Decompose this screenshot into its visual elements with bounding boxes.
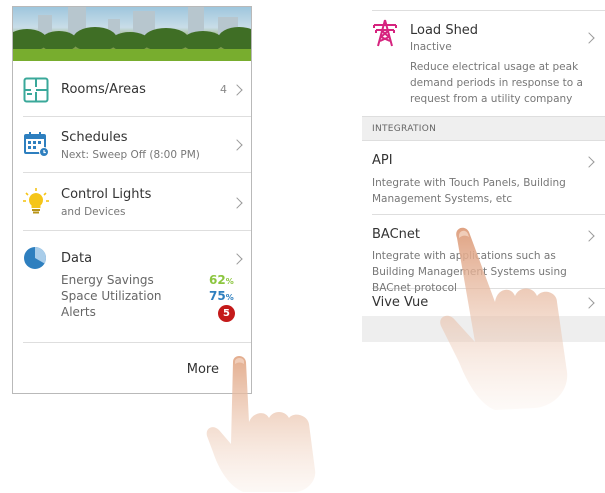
load-shed-row[interactable]: Load Shed Inactive Reduce electrical usa…	[372, 10, 605, 106]
mobile-app-home-screen: Rooms/Areas 4 Schedules Next: Sweep Off …	[12, 6, 252, 394]
rooms-areas-label: Rooms/Areas	[61, 82, 146, 97]
api-description: Integrate with Touch Panels, Building Ma…	[372, 177, 566, 205]
api-title: API	[372, 153, 393, 168]
data-row[interactable]: Data Energy Savings 62% Space Utilizatio…	[23, 231, 251, 343]
data-label: Data	[61, 251, 93, 266]
vive-vue-title: Vive Vue	[372, 295, 429, 310]
chevron-right-icon	[583, 230, 595, 242]
api-row[interactable]: API Integrate with Touch Panels, Buildin…	[372, 141, 605, 215]
next-schedule-text: Next: Sweep Off (8:00 PM)	[61, 149, 200, 161]
integration-section-header: INTEGRATION	[362, 116, 605, 141]
calendar-icon	[23, 131, 49, 157]
pointing-hand-left	[206, 356, 316, 492]
load-shed-description: Reduce electrical usage at peak demand p…	[410, 61, 583, 105]
transmission-tower-icon	[372, 19, 398, 47]
chevron-right-icon	[231, 139, 243, 151]
pie-chart-icon	[23, 245, 49, 271]
chevron-right-icon	[583, 32, 595, 44]
alerts-label: Alerts	[61, 305, 96, 319]
control-lights-label: Control Lights	[61, 187, 152, 202]
pointing-hand-right	[440, 227, 568, 410]
energy-savings-label: Energy Savings	[61, 273, 154, 287]
control-lights-row[interactable]: Control Lights and Devices	[23, 173, 251, 231]
floorplan-icon	[23, 77, 49, 103]
chevron-right-icon	[583, 297, 595, 309]
bacnet-title: BACnet	[372, 227, 420, 242]
schedules-label: Schedules	[61, 130, 128, 145]
schedules-row[interactable]: Schedules Next: Sweep Off (8:00 PM)	[23, 117, 251, 173]
campus-hero-image	[13, 7, 251, 61]
space-utilization-label: Space Utilization	[61, 289, 162, 303]
lightbulb-icon	[23, 188, 49, 214]
rooms-areas-row[interactable]: Rooms/Areas 4	[23, 63, 251, 117]
energy-savings-value: 62%	[209, 273, 234, 287]
rooms-count: 4	[220, 83, 227, 96]
load-shed-status: Inactive	[410, 41, 452, 53]
chevron-right-icon	[583, 156, 595, 168]
space-utilization-value: 75%	[209, 289, 234, 303]
load-shed-title: Load Shed	[410, 23, 479, 38]
chevron-right-icon	[231, 253, 243, 265]
chevron-right-icon	[231, 84, 243, 96]
chevron-right-icon	[231, 197, 243, 209]
control-lights-subtitle: and Devices	[61, 206, 126, 218]
alerts-count-badge[interactable]: 5	[218, 305, 235, 322]
